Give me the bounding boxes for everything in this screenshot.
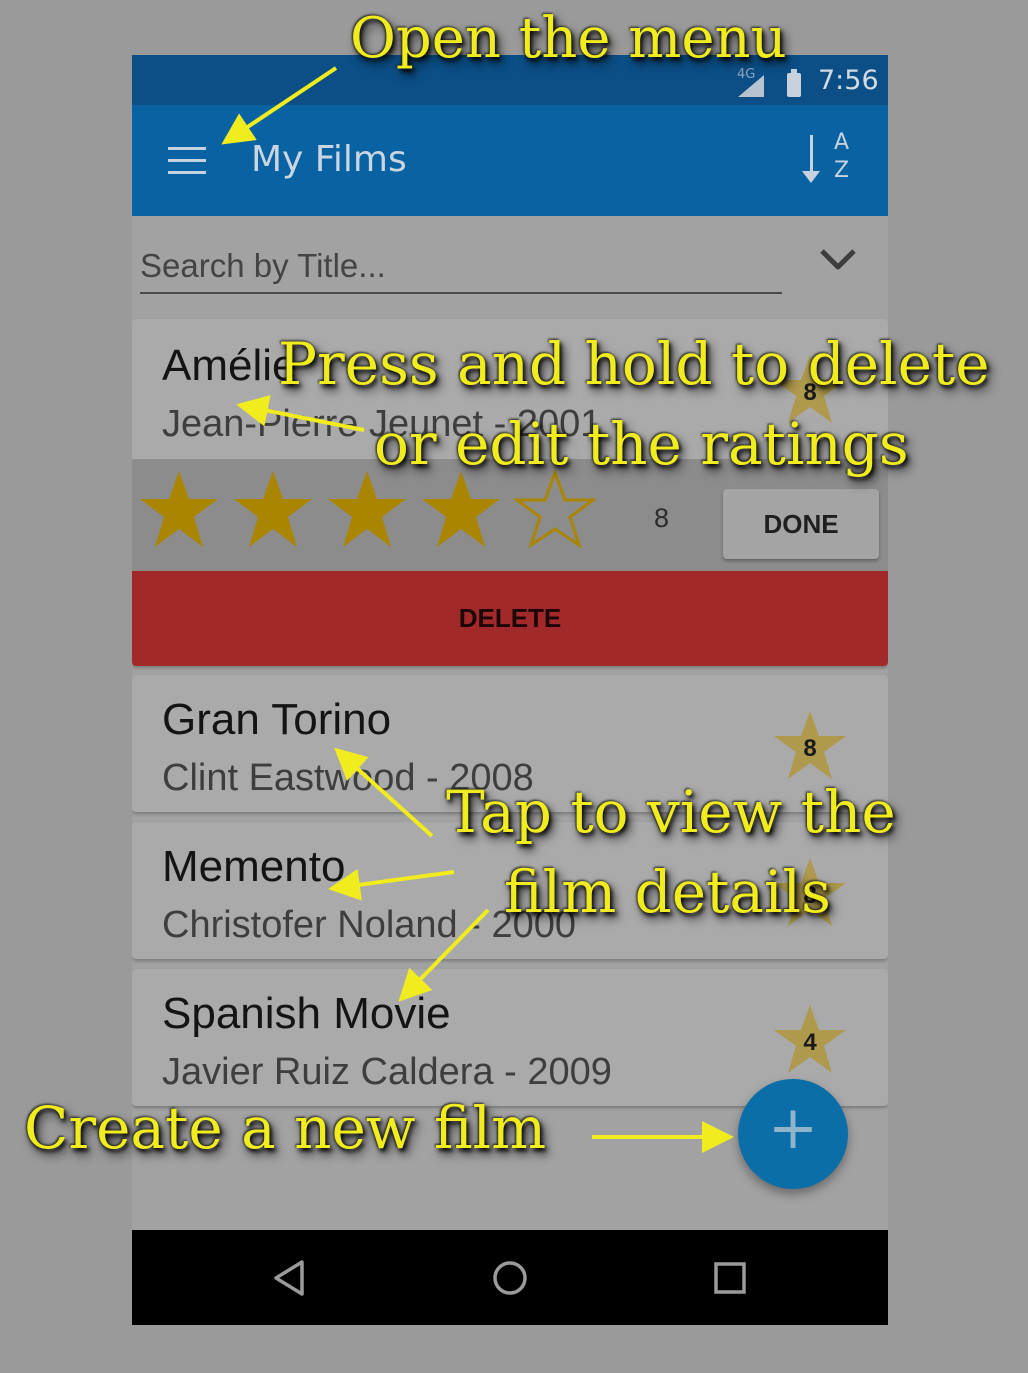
annotation-open-menu: Open the menu — [350, 6, 787, 71]
annotation-arrows — [221, 66, 734, 1153]
annotation-tap-line1: Tap to view the — [446, 778, 896, 846]
annotation-tap-line2: film details — [504, 858, 831, 926]
annotation-press-hold-line1: Press and hold to delete — [278, 330, 990, 398]
annotation-create-film: Create a new film — [24, 1094, 547, 1162]
annotation-press-hold-line2: or edit the ratings — [374, 410, 909, 478]
